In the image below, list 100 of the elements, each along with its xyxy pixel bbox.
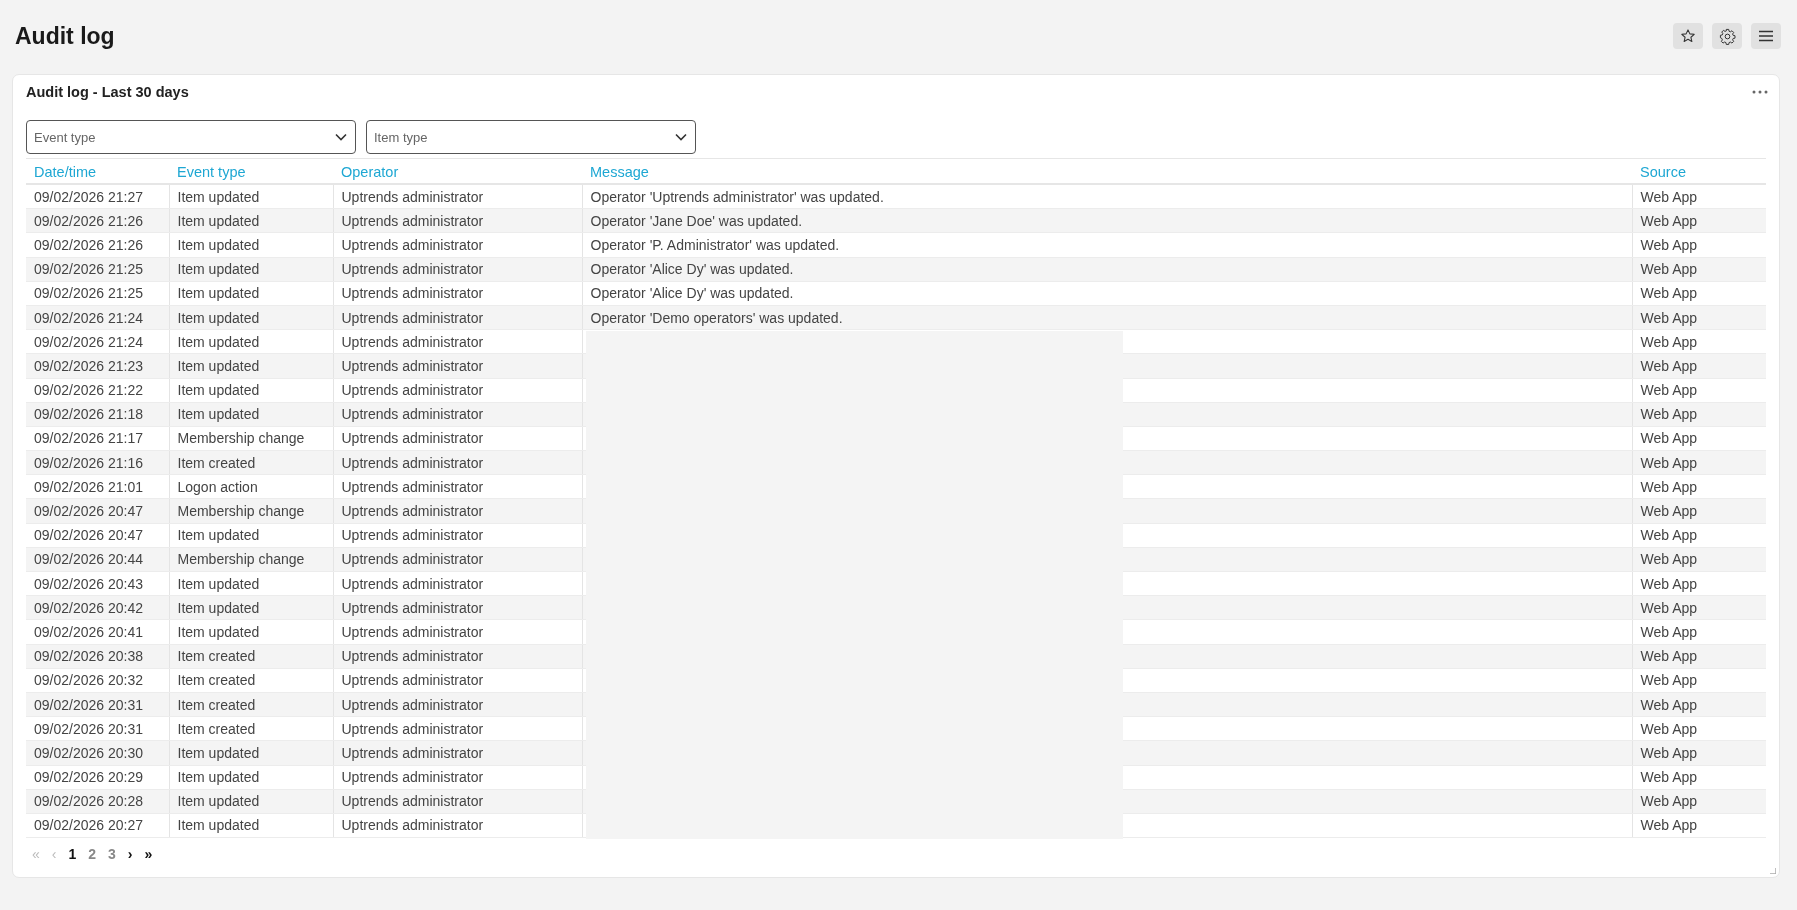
source-cell: Web App [1632, 208, 1766, 233]
date-cell: 09/02/2026 21:26 [26, 208, 169, 233]
page-link[interactable]: 1 [65, 846, 80, 863]
operator-cell: Uptrends administrator [333, 329, 582, 354]
event-type-cell: Item updated [169, 208, 333, 233]
date-cell: 09/02/2026 21:25 [26, 281, 169, 306]
operator-cell: Uptrends administrator [333, 208, 582, 233]
date-cell: 09/02/2026 20:43 [26, 571, 169, 596]
source-cell: Web App [1632, 378, 1766, 403]
date-cell: 09/02/2026 20:47 [26, 498, 169, 524]
source-cell: Web App [1632, 474, 1766, 499]
message-cell: Operator 'Demo operators' was updated. [582, 305, 1632, 330]
operator-cell: Uptrends administrator [333, 716, 582, 741]
source-cell: Web App [1632, 184, 1766, 209]
message-cell: Operator 'Uptrends administrator' was updated. [582, 184, 1632, 209]
chevron-down-icon [675, 133, 687, 141]
operator-cell: Uptrends administrator [333, 498, 582, 524]
filter-dropdown[interactable]: Item type [366, 120, 696, 154]
operator-cell: Uptrends administrator [333, 692, 582, 717]
operator-cell: Uptrends administrator [333, 353, 582, 378]
source-cell: Web App [1632, 789, 1766, 814]
date-cell: 09/02/2026 20:38 [26, 644, 169, 669]
source-cell: Web App [1632, 523, 1766, 548]
date-cell: 09/02/2026 21:22 [26, 378, 169, 403]
date-cell: 09/02/2026 21:25 [26, 257, 169, 282]
menu-icon [1758, 29, 1774, 43]
date-cell: 09/02/2026 21:18 [26, 402, 169, 427]
event-type-cell: Item updated [169, 765, 333, 790]
message-cell: Operator 'Alice Dy' was updated. [582, 257, 1632, 282]
star-button[interactable] [1673, 23, 1703, 49]
menu-button[interactable] [1751, 23, 1781, 49]
column-header[interactable]: Source [1632, 159, 1766, 184]
date-cell: 09/02/2026 21:01 [26, 474, 169, 499]
operator-cell: Uptrends administrator [333, 474, 582, 499]
resize-grip-icon[interactable] [1770, 868, 1776, 874]
source-cell: Web App [1632, 402, 1766, 427]
date-cell: 09/02/2026 20:41 [26, 619, 169, 645]
date-cell: 09/02/2026 20:47 [26, 523, 169, 548]
operator-cell: Uptrends administrator [333, 740, 582, 765]
operator-cell: Uptrends administrator [333, 305, 582, 330]
date-cell: 09/02/2026 20:42 [26, 595, 169, 620]
date-cell: 09/02/2026 21:24 [26, 305, 169, 330]
event-type-cell: Item updated [169, 232, 333, 258]
event-type-cell: Item updated [169, 402, 333, 427]
operator-cell: Uptrends administrator [333, 523, 582, 548]
date-cell: 09/02/2026 20:31 [26, 692, 169, 717]
message-cell: Operator 'Jane Doe' was updated. [582, 208, 1632, 233]
event-type-cell: Item updated [169, 353, 333, 378]
column-header[interactable]: Event type [169, 159, 333, 184]
source-cell: Web App [1632, 619, 1766, 645]
event-type-cell: Item updated [169, 305, 333, 330]
operator-cell: Uptrends administrator [333, 257, 582, 282]
event-type-cell: Item updated [169, 740, 333, 765]
date-cell: 09/02/2026 20:44 [26, 547, 169, 572]
page-link[interactable]: 3 [105, 846, 119, 863]
gear-button[interactable] [1712, 23, 1742, 49]
date-cell: 09/02/2026 20:28 [26, 789, 169, 814]
source-cell: Web App [1632, 740, 1766, 765]
operator-cell: Uptrends administrator [333, 232, 582, 258]
event-type-cell: Item updated [169, 378, 333, 403]
last-page-link[interactable]: » [141, 846, 156, 863]
date-cell: 09/02/2026 20:27 [26, 813, 169, 838]
column-header[interactable]: Message [582, 159, 1632, 184]
date-cell: 09/02/2026 20:30 [26, 740, 169, 765]
source-cell: Web App [1632, 257, 1766, 282]
operator-cell: Uptrends administrator [333, 644, 582, 669]
source-cell: Web App [1632, 305, 1766, 330]
star-icon [1680, 28, 1696, 44]
event-type-cell: Item created [169, 450, 333, 475]
filter-dropdown[interactable]: Event type [26, 120, 356, 154]
next-page-link[interactable]: › [124, 846, 136, 863]
operator-cell: Uptrends administrator [333, 619, 582, 645]
more-icon[interactable] [1752, 90, 1768, 94]
event-type-cell: Item updated [169, 184, 333, 209]
message-cell: Operator 'P. Administrator' was updated. [582, 232, 1632, 258]
date-cell: 09/02/2026 21:27 [26, 184, 169, 209]
event-type-cell: Item updated [169, 571, 333, 596]
page-link[interactable]: 2 [85, 846, 100, 863]
column-header[interactable]: Date/time [26, 159, 169, 184]
column-header[interactable]: Operator [333, 159, 582, 184]
source-cell: Web App [1632, 353, 1766, 378]
source-cell: Web App [1632, 716, 1766, 741]
date-cell: 09/02/2026 21:26 [26, 232, 169, 258]
source-cell: Web App [1632, 281, 1766, 306]
event-type-cell: Item updated [169, 595, 333, 620]
event-type-cell: Membership change [169, 498, 333, 524]
source-cell: Web App [1632, 426, 1766, 451]
operator-cell: Uptrends administrator [333, 668, 582, 693]
source-cell: Web App [1632, 813, 1766, 838]
operator-cell: Uptrends administrator [333, 571, 582, 596]
date-cell: 09/02/2026 20:31 [26, 716, 169, 741]
source-cell: Web App [1632, 668, 1766, 693]
operator-cell: Uptrends administrator [333, 765, 582, 790]
source-cell: Web App [1632, 329, 1766, 354]
source-cell: Web App [1632, 644, 1766, 669]
operator-cell: Uptrends administrator [333, 402, 582, 427]
date-cell: 09/02/2026 20:29 [26, 765, 169, 790]
source-cell: Web App [1632, 692, 1766, 717]
operator-cell: Uptrends administrator [333, 378, 582, 403]
event-type-cell: Item created [169, 692, 333, 717]
